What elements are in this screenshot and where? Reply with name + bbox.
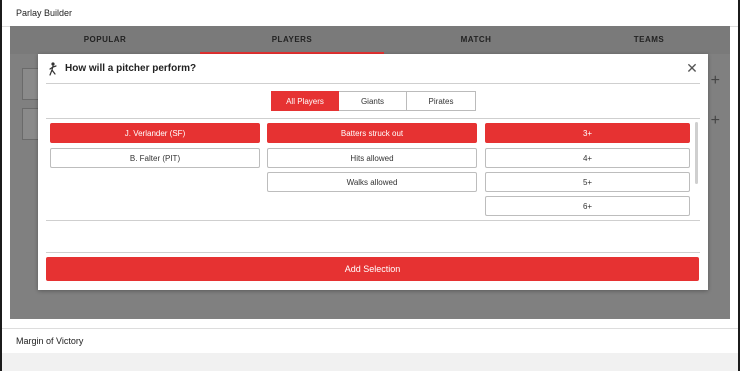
tab-teams[interactable]: TEAMS bbox=[568, 26, 730, 54]
market-row-label: Margin of Victory bbox=[16, 336, 84, 346]
player-option-verlander[interactable]: J. Verlander (SF) bbox=[50, 123, 260, 143]
plus-icon[interactable]: + bbox=[711, 72, 720, 90]
filter-pirates[interactable]: Pirates bbox=[407, 91, 476, 111]
page-title: Parlay Builder bbox=[16, 8, 73, 18]
team-filter-group: All Players Giants Pirates bbox=[271, 91, 476, 111]
tabs-bar: POPULAR PLAYERS MATCH TEAMS bbox=[10, 26, 730, 54]
divider bbox=[46, 118, 700, 119]
tab-popular[interactable]: POPULAR bbox=[10, 26, 200, 54]
stat-option-walks-allowed[interactable]: Walks allowed bbox=[267, 172, 477, 192]
pitcher-icon bbox=[49, 62, 57, 76]
filter-all-players[interactable]: All Players bbox=[271, 91, 339, 111]
plus-icon[interactable]: + bbox=[711, 112, 720, 130]
page-header: Parlay Builder bbox=[2, 0, 738, 27]
threshold-option-3plus[interactable]: 3+ bbox=[485, 123, 690, 143]
threshold-option-4plus[interactable]: 4+ bbox=[485, 148, 690, 168]
close-icon[interactable]: ✕ bbox=[686, 61, 698, 75]
divider bbox=[46, 252, 700, 253]
player-option-falter[interactable]: B. Falter (PIT) bbox=[50, 148, 260, 168]
modal-title: How will a pitcher perform? bbox=[65, 63, 197, 74]
threshold-option-5plus[interactable]: 5+ bbox=[485, 172, 690, 192]
tab-players[interactable]: PLAYERS bbox=[200, 26, 384, 54]
bottom-bar bbox=[2, 353, 738, 371]
divider bbox=[46, 83, 700, 84]
add-selection-button[interactable]: Add Selection bbox=[46, 257, 699, 281]
stat-option-strikeouts[interactable]: Batters struck out bbox=[267, 123, 477, 143]
options-scrollbar[interactable] bbox=[695, 122, 698, 184]
modal-header: How will a pitcher perform? ✕ bbox=[38, 54, 708, 84]
divider bbox=[46, 220, 700, 221]
filter-giants[interactable]: Giants bbox=[339, 91, 407, 111]
stat-option-hits-allowed[interactable]: Hits allowed bbox=[267, 148, 477, 168]
pitcher-performance-modal: How will a pitcher perform? ✕ All Player… bbox=[38, 54, 708, 290]
threshold-option-6plus[interactable]: 6+ bbox=[485, 196, 690, 216]
market-row-margin-of-victory[interactable]: Margin of Victory bbox=[2, 328, 738, 354]
tab-match[interactable]: MATCH bbox=[384, 26, 568, 54]
